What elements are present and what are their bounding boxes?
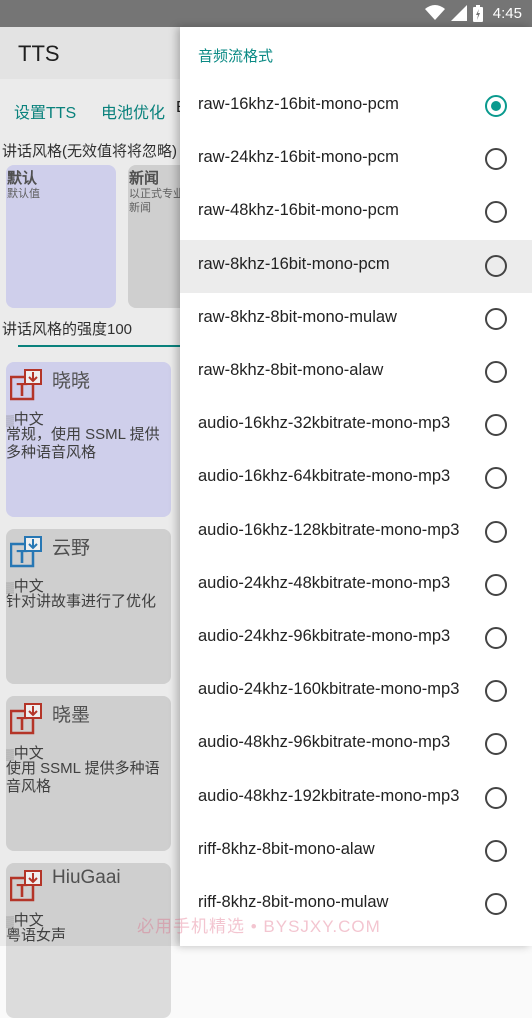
radio-unchecked[interactable] [485,520,507,543]
radio-unchecked[interactable] [485,786,507,809]
radio-unchecked[interactable] [485,839,507,862]
radio-unchecked[interactable] [485,307,507,330]
format-option-label: raw-8khz-8bit-mono-mulaw [198,307,397,326]
format-option-label: audio-24khz-96kbitrate-mono-mp3 [198,627,451,645]
format-option-label: audio-24khz-48kbitrate-mono-mp3 [198,573,451,592]
format-option-label: raw-16khz-16bit-mono-pcm [198,95,399,113]
format-option[interactable]: audio-48khz-192kbitrate-mono-mp3 [180,772,532,825]
format-option[interactable]: raw-8khz-8bit-mono-alaw [180,346,532,399]
watermark: 必用手机精选 • BYSJXY.COM [137,917,381,936]
battery-icon [472,4,483,22]
status-bar: 4:45 [0,0,532,27]
radio-unchecked[interactable] [485,148,507,171]
format-option[interactable]: raw-24khz-16bit-mono-pcm [180,133,532,186]
radio-unchecked[interactable] [485,254,507,277]
format-option[interactable]: raw-48khz-16bit-mono-pcm [180,186,532,239]
wifi-icon [424,5,445,20]
radio-unchecked[interactable] [485,680,507,703]
format-option-label: audio-48khz-192kbitrate-mono-mp3 [198,786,460,805]
signal-icon [450,5,467,21]
radio-unchecked[interactable] [485,733,507,756]
format-option[interactable]: raw-8khz-8bit-mono-mulaw [180,293,532,346]
radio-unchecked[interactable] [485,467,507,490]
radio-unchecked[interactable] [485,893,507,915]
status-icons: 4:45 [424,4,522,22]
format-option-label: audio-24khz-160kbitrate-mono-mp3 [198,680,460,699]
format-option[interactable]: audio-16khz-128kbitrate-mono-mp3 [180,506,532,559]
format-option[interactable]: audio-16khz-64kbitrate-mono-mp3 [180,452,532,505]
format-option-label: raw-8khz-16bit-mono-pcm [198,254,390,273]
status-time: 4:45 [492,4,522,22]
format-option-label: riff-8khz-8bit-mono-mulaw [198,893,389,911]
format-option[interactable]: riff-8khz-8bit-mono-alaw [180,825,532,878]
dialog-title: 音频流格式 [198,48,274,65]
format-option-label: raw-8khz-8bit-mono-alaw [198,361,384,379]
format-option-label: audio-16khz-32kbitrate-mono-mp3 [198,414,451,433]
radio-checked[interactable] [485,95,507,117]
radio-unchecked[interactable] [485,361,507,383]
format-option[interactable]: raw-16khz-16bit-mono-pcm [180,80,532,133]
format-option[interactable]: audio-24khz-96kbitrate-mono-mp3 [180,612,532,665]
format-option-label: audio-48khz-96kbitrate-mono-mp3 [198,733,451,752]
format-option-label: riff-8khz-8bit-mono-alaw [198,839,375,858]
format-option-label: audio-16khz-128kbitrate-mono-mp3 [198,520,460,539]
format-option[interactable]: audio-16khz-32kbitrate-mono-mp3 [180,399,532,452]
radio-unchecked[interactable] [485,414,507,437]
format-option[interactable]: audio-24khz-48kbitrate-mono-mp3 [180,559,532,612]
audio-format-dialog: 音频流格式 raw-16khz-16bit-mono-pcm raw-24khz-… [180,27,532,946]
radio-unchecked[interactable] [485,201,507,224]
format-option-label: raw-48khz-16bit-mono-pcm [198,201,399,220]
format-option[interactable]: raw-8khz-16bit-mono-pcm [180,239,532,293]
radio-unchecked[interactable] [485,573,507,596]
format-option[interactable]: audio-24khz-160kbitrate-mono-mp3 [180,665,532,718]
format-option-label: raw-24khz-16bit-mono-pcm [198,148,399,167]
format-option[interactable]: audio-48khz-96kbitrate-mono-mp3 [180,718,532,771]
format-option-label: audio-16khz-64kbitrate-mono-mp3 [198,467,451,486]
radio-unchecked[interactable] [485,627,507,649]
